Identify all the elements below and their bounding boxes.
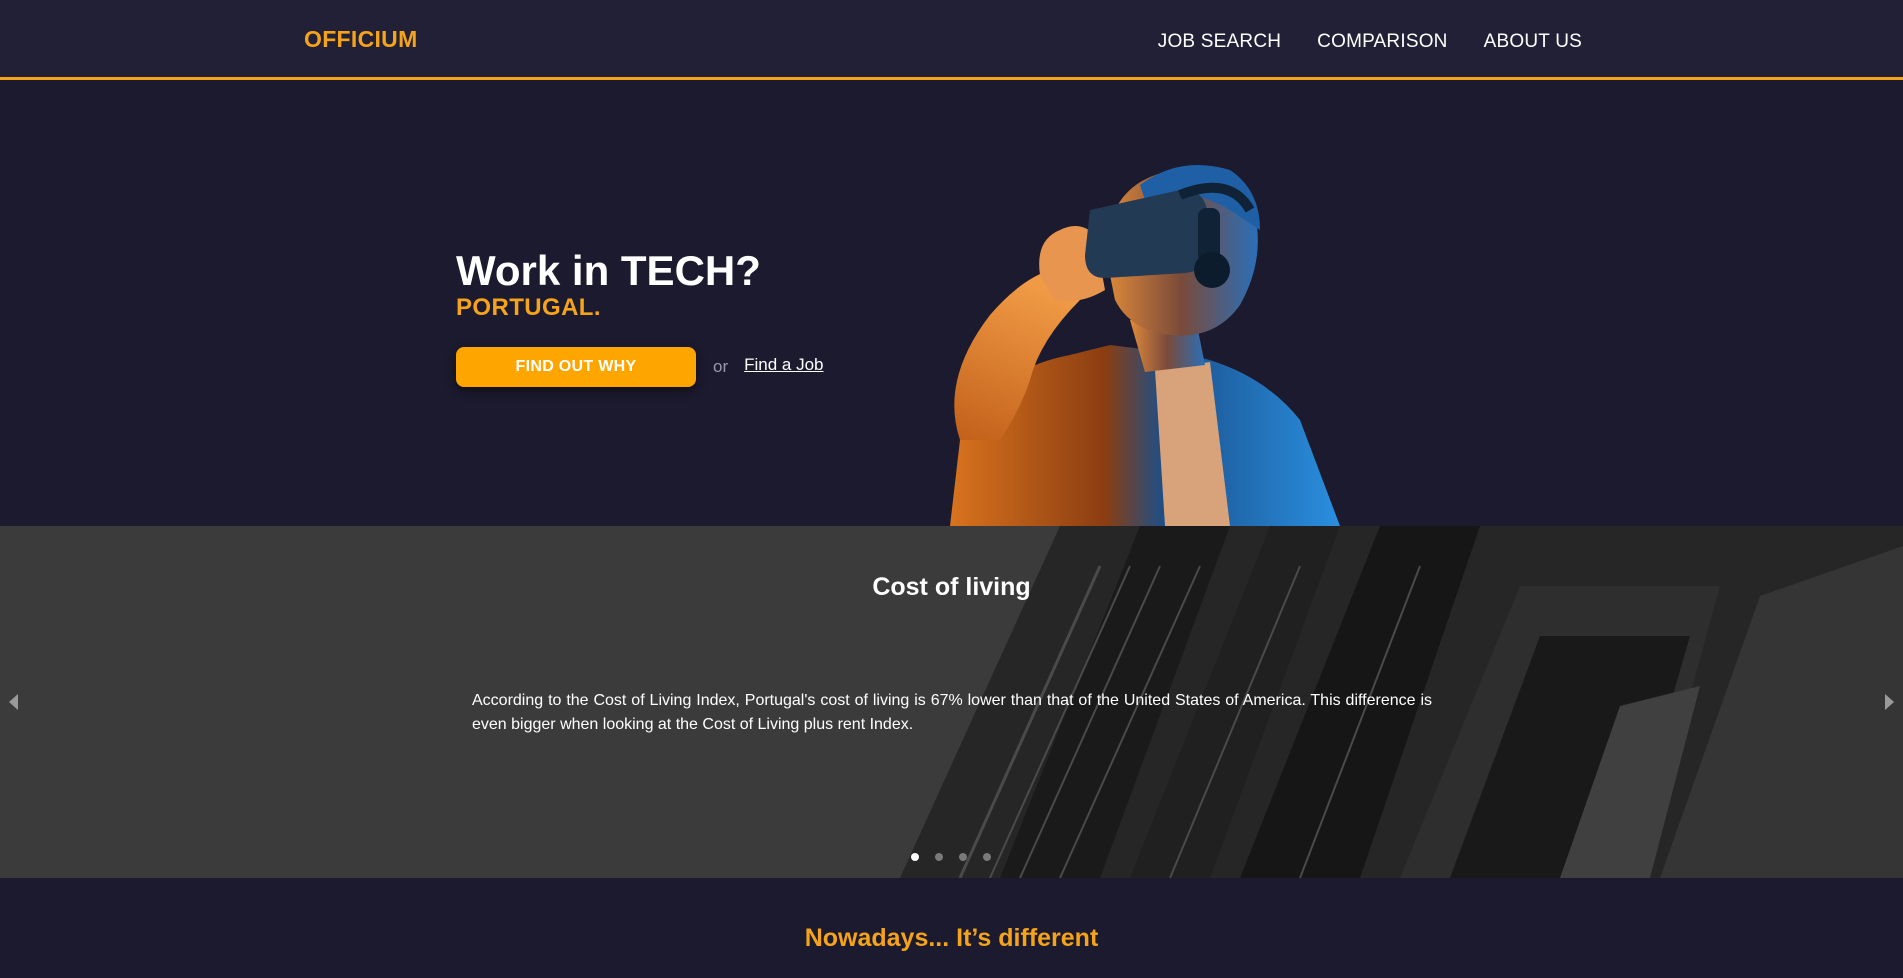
- nav-job-search[interactable]: JOB SEARCH: [1158, 31, 1281, 53]
- cost-of-living-carousel: Cost of living According to the Cost of …: [0, 526, 1903, 878]
- slide-title: Cost of living: [872, 573, 1031, 601]
- carousel-dot-3[interactable]: [959, 853, 967, 861]
- hero-title: Work in TECH?: [456, 247, 761, 294]
- slide-text: According to the Cost of Living Index, P…: [472, 692, 1432, 733]
- cta-row: FIND OUT WHY or Find a Job: [456, 347, 824, 387]
- hero-subtitle: PORTUGAL.: [456, 294, 601, 321]
- find-out-why-button[interactable]: FIND OUT WHY: [456, 347, 696, 387]
- or-separator: or: [713, 357, 729, 376]
- site-logo[interactable]: OFFICIUM: [304, 26, 418, 53]
- previous-slide-icon[interactable]: [9, 694, 18, 710]
- carousel-dot-1[interactable]: [911, 853, 919, 861]
- carousel-indicators: [911, 853, 991, 861]
- hero-section: Work in TECH? PORTUGAL. FIND OUT WHY or …: [0, 80, 1903, 526]
- main-nav: JOB SEARCH COMPARISON ABOUT US: [1158, 31, 1582, 53]
- section-heading: Nowadays... It’s different: [804, 924, 1099, 952]
- site-header: OFFICIUM JOB SEARCH COMPARISON ABOUT US: [0, 0, 1903, 80]
- carousel-dot-4[interactable]: [983, 853, 991, 861]
- nav-comparison[interactable]: COMPARISON: [1317, 31, 1447, 53]
- carousel-dot-2[interactable]: [935, 853, 943, 861]
- vr-headset-person-image: [950, 165, 1340, 526]
- find-a-job-link[interactable]: Find a Job: [744, 355, 823, 375]
- nowadays-section: Nowadays... It’s different: [0, 878, 1903, 978]
- nav-about-us[interactable]: ABOUT US: [1484, 31, 1582, 53]
- next-slide-icon[interactable]: [1885, 694, 1894, 710]
